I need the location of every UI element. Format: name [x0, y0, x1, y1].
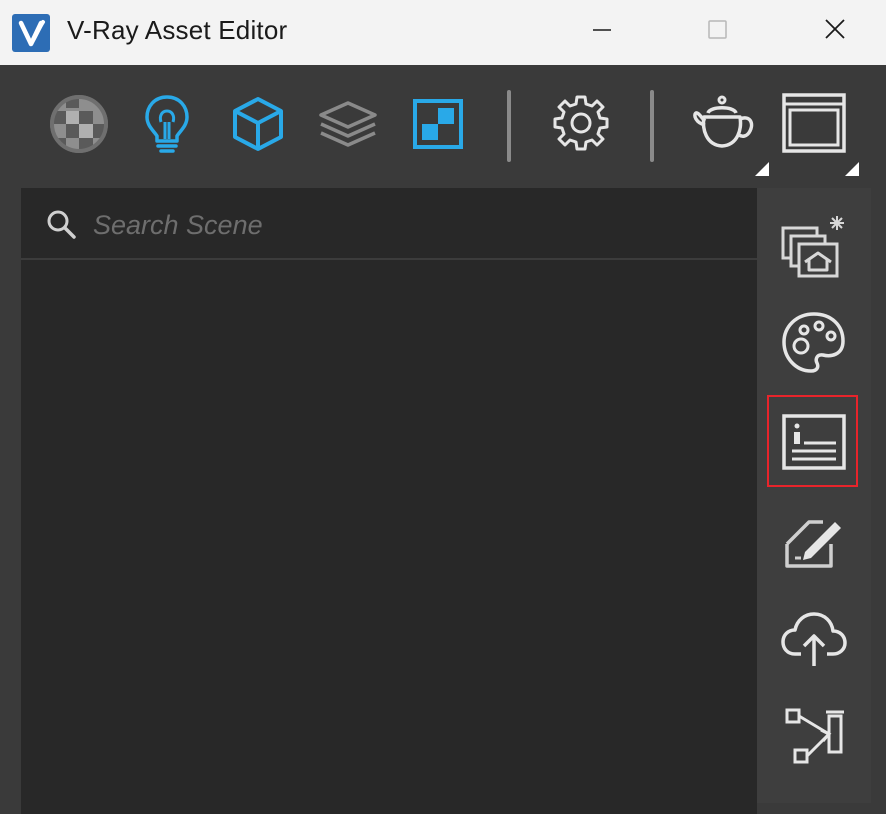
gear-icon[interactable] [546, 89, 616, 159]
title-bar: V-Ray Asset Editor [0, 0, 886, 65]
cloud-upload-icon[interactable] [779, 602, 849, 672]
dropdown-corner-icon[interactable] [755, 162, 769, 176]
vray-logo-icon [12, 14, 50, 52]
layers-icon[interactable] [313, 89, 383, 159]
right-sidebar [757, 188, 871, 803]
cube-icon[interactable] [223, 89, 293, 159]
minimize-icon [593, 29, 611, 31]
create-asset-icon[interactable] [779, 210, 849, 280]
materials-sphere-icon[interactable] [44, 89, 114, 159]
node-graph-icon[interactable] [779, 700, 849, 770]
edit-pencil-icon[interactable] [779, 504, 849, 574]
search-input[interactable] [91, 204, 735, 246]
minimize-button[interactable] [572, 0, 632, 60]
window-title: V-Ray Asset Editor [67, 15, 288, 45]
search-bar [21, 188, 757, 260]
close-icon [825, 19, 845, 39]
palette-icon[interactable] [779, 308, 849, 378]
maximize-icon [708, 20, 727, 39]
dropdown-corner-icon[interactable] [845, 162, 859, 176]
light-bulb-icon[interactable] [132, 89, 202, 159]
asset-list-panel [21, 188, 757, 814]
frame-buffer-window-icon[interactable] [779, 89, 849, 159]
texture-checker-icon[interactable] [403, 89, 473, 159]
teapot-icon[interactable] [688, 89, 758, 159]
toolbar-divider [650, 90, 654, 162]
maximize-button[interactable] [688, 0, 748, 60]
selection-highlight [767, 395, 858, 487]
search-icon [47, 210, 76, 239]
close-button[interactable] [806, 0, 866, 60]
toolbar-divider [507, 90, 511, 162]
asset-toolbar [0, 65, 886, 187]
